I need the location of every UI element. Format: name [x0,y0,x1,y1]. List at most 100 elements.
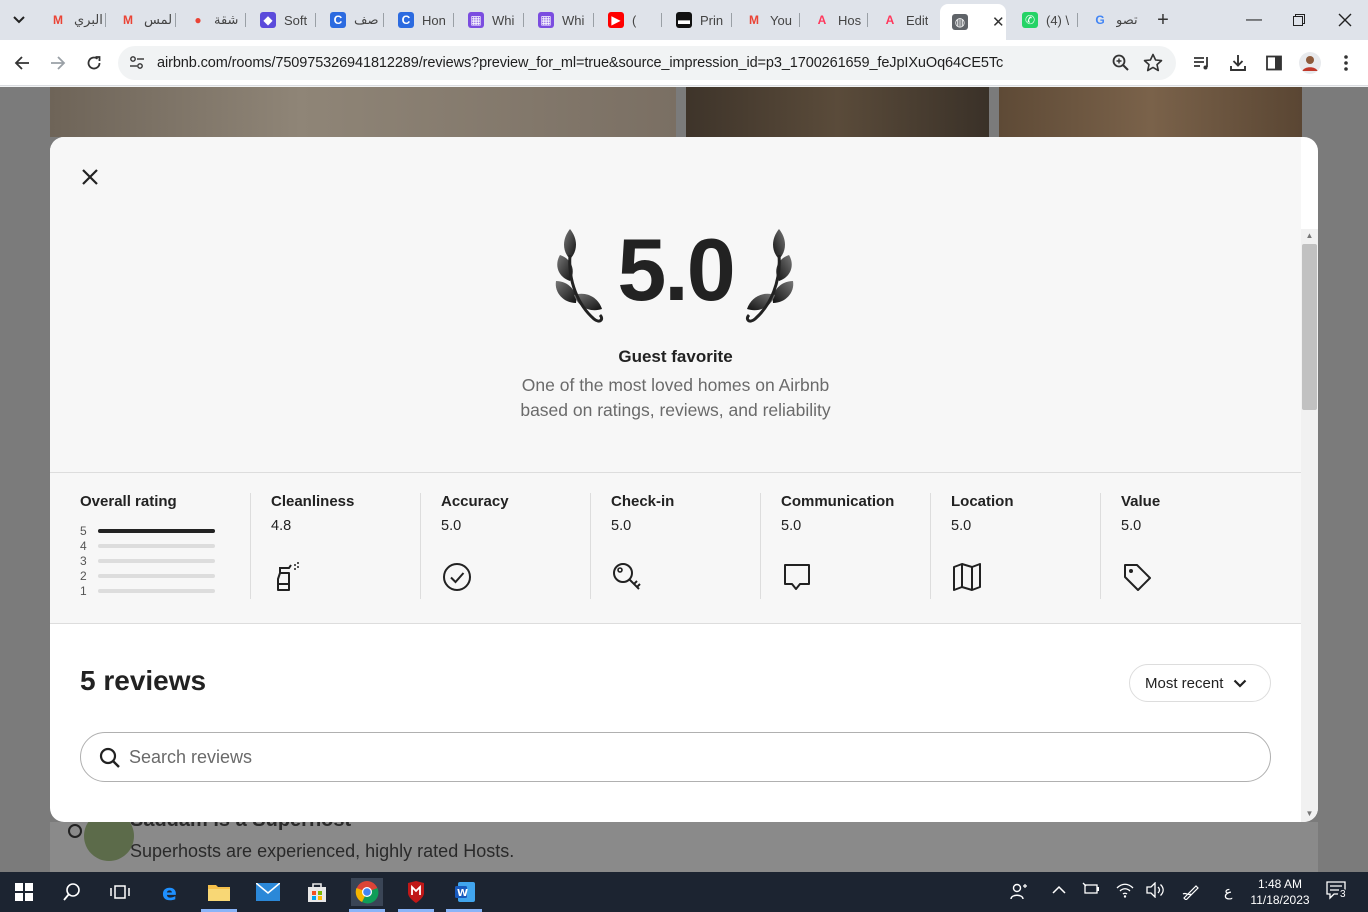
google-icon: G [1095,13,1105,27]
browser-tab-10[interactable]: ▬ Prin [664,4,728,36]
browser-tab-8[interactable]: ▦ Whi [526,4,590,36]
category-score: 5.0 [781,518,802,534]
restore-button[interactable] [1279,6,1319,34]
search-icon [99,747,120,768]
mail-icon [256,883,280,901]
search-reviews-box[interactable] [80,732,1271,782]
input-language[interactable]: ع [1224,883,1232,900]
taskbar-word[interactable]: W [451,878,479,906]
tab-separator [315,13,316,27]
reviews-count-heading: 5 reviews [80,665,207,696]
browser-tab-16[interactable]: G تصو [1080,4,1144,36]
youtube-icon: ▶ [608,12,624,28]
scroll-thumb[interactable] [1302,244,1317,410]
clapper-icon: ▦ [538,12,554,28]
volume-icon[interactable] [1146,881,1164,901]
category-check-in: Check-in 5.0 [611,493,761,599]
svg-text:e: e [162,881,177,903]
category-divider [250,493,251,599]
browser-tab-1[interactable]: M البري [38,4,102,36]
overall-rating-large: 5.0 [617,220,735,319]
browser-tab-6[interactable]: C Hon [386,4,450,36]
people-icon[interactable] [1010,882,1028,903]
overall-rating-label: Overall rating [80,493,177,510]
category-score: 5.0 [951,518,972,534]
browser-tab-9[interactable]: ▶( [596,4,658,36]
browser-tab-4[interactable]: ◆ Soft [248,4,312,36]
profile-button[interactable] [1296,49,1324,77]
battery-icon[interactable] [1082,882,1100,899]
taskbar-search-button[interactable] [58,878,86,906]
download-icon [1230,55,1246,71]
whatsapp-icon: ✆ [1022,12,1038,28]
tray-overflow-chevron-icon[interactable] [1052,882,1066,898]
site-settings-icon[interactable] [128,54,146,72]
browser-menu-button[interactable] [1332,49,1360,77]
browser-tab-5[interactable]: C صف [318,4,380,36]
task-view-button[interactable] [106,878,134,906]
zoom-icon[interactable] [1111,53,1131,73]
modal-scrollbar[interactable]: ▲ ▼ [1301,229,1318,822]
rating-row-number: 4 [80,538,87,553]
wifi-icon[interactable] [1116,882,1134,901]
reload-button[interactable] [80,49,108,77]
restore-icon [1293,14,1305,26]
close-tab-icon[interactable]: ✕ [992,13,1005,31]
rating-row-1: 1 [80,583,215,598]
spray-bottle-icon [277,562,299,591]
guest-favorite-title: Guest favorite [618,347,733,366]
scroll-down-arrow-icon[interactable]: ▼ [1305,809,1314,818]
chevron-down-icon [13,16,25,24]
host-subtitle: Superhosts are experienced, highly rated… [130,841,515,861]
taskbar-edge[interactable]: e [157,878,185,906]
downloads-button[interactable] [1224,49,1252,77]
speaker-tray-icon [1146,881,1164,899]
plus-icon: + [1157,8,1169,31]
rating-row-number: 3 [80,553,87,568]
browser-tab-2[interactable]: M المس [108,4,172,36]
folder-icon [208,885,230,901]
reviews-modal: 5.0 Guest favorite One of the most loved… [50,137,1318,822]
sort-reviews-dropdown[interactable]: Most recent [1129,664,1271,702]
taskbar-file-explorer[interactable] [205,878,233,906]
taskbar-store[interactable] [303,878,331,906]
url-text[interactable]: airbnb.com/rooms/750975326941812289/revi… [157,55,1003,71]
tab-title: تصو [1116,12,1138,27]
back-button[interactable] [8,49,36,77]
pen-icon[interactable] [1182,882,1200,903]
taskbar-mcafee[interactable] [402,878,430,906]
bookmark-star-icon[interactable] [1142,52,1164,74]
address-bar[interactable]: airbnb.com/rooms/750975326941812289/revi… [118,46,1176,80]
chrome-icon [355,881,379,904]
word-icon: W [455,882,475,902]
close-modal-button[interactable] [78,165,102,189]
store-bag-icon [308,883,326,902]
scroll-up-arrow-icon[interactable]: ▲ [1305,231,1314,240]
taskbar-chrome[interactable] [351,878,383,906]
notifications-button[interactable]: 3 [1326,881,1348,904]
minimize-button[interactable]: — [1234,6,1274,34]
side-panel-button[interactable] [1260,49,1288,77]
tab-separator [731,13,732,27]
forward-button[interactable] [44,49,72,77]
browser-tab-7[interactable]: ▦ Whi [456,4,520,36]
browser-tab-14[interactable]: ◍ ✕ [940,4,1006,40]
tab-search-button[interactable] [6,8,32,32]
tab-separator [661,13,662,27]
media-controls-button[interactable] [1188,49,1216,77]
close-icon [1338,13,1352,27]
chat-bubble-icon [784,564,810,590]
printful-icon: ▬ [676,12,692,28]
new-tab-button[interactable]: + [1150,8,1176,32]
browser-tab-3[interactable]: ● شقة [178,4,242,36]
arrow-left-icon [14,56,29,70]
browser-tab-15[interactable]: ✆ (4) \ [1010,4,1074,36]
browser-tab-12[interactable]: A Hos [802,4,864,36]
search-reviews-input[interactable] [129,743,1229,771]
close-window-button[interactable] [1325,6,1365,34]
taskbar-mail[interactable] [254,878,282,906]
browser-tab-11[interactable]: M You [734,4,796,36]
system-clock[interactable]: 1:48 AM 11/18/2023 [1238,876,1322,908]
browser-tab-13[interactable]: A Edit [870,4,934,36]
start-button[interactable] [10,878,38,906]
